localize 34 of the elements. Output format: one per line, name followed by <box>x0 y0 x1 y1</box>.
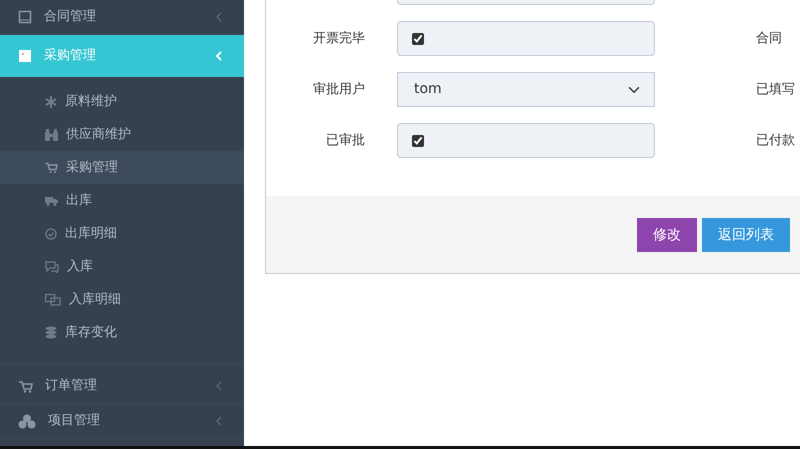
submenu-item[interactable]: 出库 <box>0 184 244 217</box>
select-field[interactable]: tom <box>397 72 655 107</box>
submenu-item[interactable]: 库存变化 <box>0 316 244 349</box>
field-label: 已付款 <box>756 132 795 150</box>
field-label: 已填写 <box>756 80 795 99</box>
submenu-item[interactable]: 采购管理 <box>0 151 244 184</box>
edit-button[interactable]: 修改 <box>637 218 697 252</box>
cart-icon <box>18 380 33 392</box>
cart-icon <box>45 162 58 173</box>
cubes-icon <box>18 414 36 428</box>
submenu-item[interactable]: 供应商维护 <box>0 118 244 151</box>
truck-icon <box>45 196 58 206</box>
binoculars-icon <box>45 128 58 140</box>
submenu-item[interactable]: 入库明细 <box>0 283 244 316</box>
chat-icon <box>45 260 59 272</box>
submenu-item[interactable]: 出库明细 <box>0 217 244 250</box>
field-label: 合同 <box>756 30 782 48</box>
submenu-item[interactable]: 原料维护 <box>0 85 244 118</box>
checkbox[interactable] <box>412 32 424 44</box>
submenu-item[interactable]: 入库 <box>0 250 244 283</box>
asterisk-icon <box>45 96 57 108</box>
back-button[interactable]: 返回列表 <box>702 218 790 252</box>
checkbox[interactable] <box>412 134 424 146</box>
check-circle-icon <box>45 228 57 240</box>
screens-icon <box>45 294 61 306</box>
sidebar-item[interactable]: 项目管理 <box>0 404 244 439</box>
field-label: 审批用户 <box>312 80 365 99</box>
field-label: 已审批 <box>325 132 365 150</box>
document-icon <box>18 10 32 24</box>
input-field[interactable] <box>397 0 655 5</box>
database-icon <box>45 326 57 339</box>
field-label: 开票完毕 <box>312 30 365 48</box>
sidebar-item[interactable]: 订单管理 <box>0 369 244 404</box>
document-icon <box>18 49 32 63</box>
